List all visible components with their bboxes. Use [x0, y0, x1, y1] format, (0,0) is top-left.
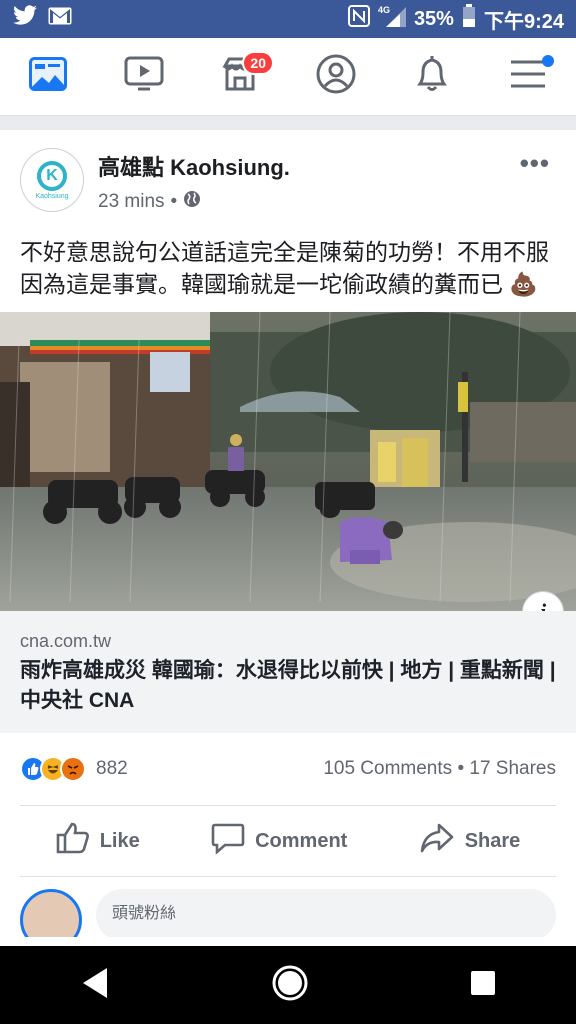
more-button[interactable]: •••: [520, 148, 550, 179]
reaction-count[interactable]: 882: [96, 758, 128, 780]
page-logo: K: [37, 160, 67, 191]
status-bar: 4G 35% 下午9:24: [0, 0, 576, 38]
watch-icon: [124, 56, 164, 97]
news-feed-icon: [29, 57, 67, 96]
share-button[interactable]: Share: [419, 822, 521, 860]
share-icon: [419, 822, 455, 860]
meta-separator: •: [170, 191, 178, 212]
reaction-icons[interactable]: [20, 756, 86, 782]
feed-separator: [0, 116, 576, 130]
post-header: K Kaohsiung 高雄點 Kaohsiung. 23 mins • •••: [0, 130, 576, 214]
news-feed-tab[interactable]: [18, 47, 78, 107]
nfc-icon: [347, 5, 370, 33]
comment-icon: [211, 822, 245, 860]
comment-label: Comment: [255, 829, 348, 852]
link-title: 雨炸高雄成災 韓國瑜：水退得比以前快 | 地方 | 重點新聞 | 中央社 CNA: [20, 659, 556, 712]
comment-count[interactable]: 105 Comments: [323, 758, 452, 779]
top-navigation: 20: [0, 38, 576, 116]
comment-input[interactable]: 頭號粉絲: [96, 889, 556, 937]
link-domain: cna.com.tw: [20, 631, 112, 651]
flood-photo: [0, 312, 576, 611]
menu-tab[interactable]: [498, 47, 558, 107]
post-meta: 23 mins •: [98, 190, 290, 214]
battery-icon: [462, 4, 476, 34]
globe-icon: [183, 190, 201, 214]
like-button[interactable]: Like: [56, 822, 140, 860]
profile-icon: [316, 54, 356, 99]
page-logo-text: Kaohsiung: [35, 192, 69, 200]
like-icon: [56, 822, 90, 860]
battery-percent: 35%: [413, 7, 454, 30]
watch-tab[interactable]: [114, 47, 174, 107]
feed-post: K Kaohsiung 高雄點 Kaohsiung. 23 mins • •••…: [0, 130, 576, 937]
back-icon[interactable]: [79, 966, 111, 1005]
recents-icon[interactable]: [469, 969, 497, 1002]
reactions-bar: 882 105 Comments • 17 Shares: [0, 733, 576, 805]
signal-icon: 4G: [378, 5, 406, 33]
post-timestamp[interactable]: 23 mins: [98, 191, 165, 213]
profile-tab[interactable]: [306, 47, 366, 107]
engagement-counts: 105 Comments • 17 Shares: [323, 758, 556, 780]
clock: 下午9:24: [483, 10, 564, 33]
comment-placeholder: 頭號粉絲: [112, 905, 177, 922]
screen: 4G 35% 下午9:24 20 K Kaohsiung 高雄點 Kaohsiu…: [0, 0, 576, 1024]
link-image[interactable]: i: [0, 312, 576, 611]
page-name[interactable]: 高雄點 Kaohsiung.: [98, 150, 290, 182]
post-body: 不好意思說句公道話這完全是陳菊的功勞！不用不服因為這是事實。韓國瑜就是一坨偷政績…: [20, 239, 549, 297]
comment-composer: 頭號粉絲: [0, 877, 576, 937]
bell-icon: [414, 54, 450, 99]
user-avatar[interactable]: [20, 889, 82, 937]
post-actions: Like Comment Share: [20, 805, 556, 877]
angry-reaction-icon: [60, 756, 86, 782]
twitter-icon: [12, 5, 38, 33]
notifications-tab[interactable]: [402, 47, 462, 107]
comment-button[interactable]: Comment: [211, 822, 347, 860]
marketplace-badge: 20: [242, 50, 274, 75]
page-avatar[interactable]: K Kaohsiung: [20, 148, 84, 212]
link-preview[interactable]: cna.com.tw 雨炸高雄成災 韓國瑜：水退得比以前快 | 地方 | 重點新…: [0, 611, 576, 733]
share-count[interactable]: 17 Shares: [469, 758, 556, 779]
marketplace-tab[interactable]: 20: [210, 47, 274, 107]
menu-notification-dot: [542, 54, 554, 67]
share-label: Share: [464, 829, 521, 852]
more-icon: •••: [519, 148, 550, 178]
engagement-separator: •: [457, 758, 465, 779]
gmail-icon: [48, 7, 72, 31]
like-label: Like: [99, 829, 140, 852]
info-icon: i: [540, 599, 546, 611]
system-navigation-bar: [0, 946, 576, 1024]
svg-text:4G: 4G: [378, 5, 390, 15]
home-icon[interactable]: [270, 963, 310, 1008]
